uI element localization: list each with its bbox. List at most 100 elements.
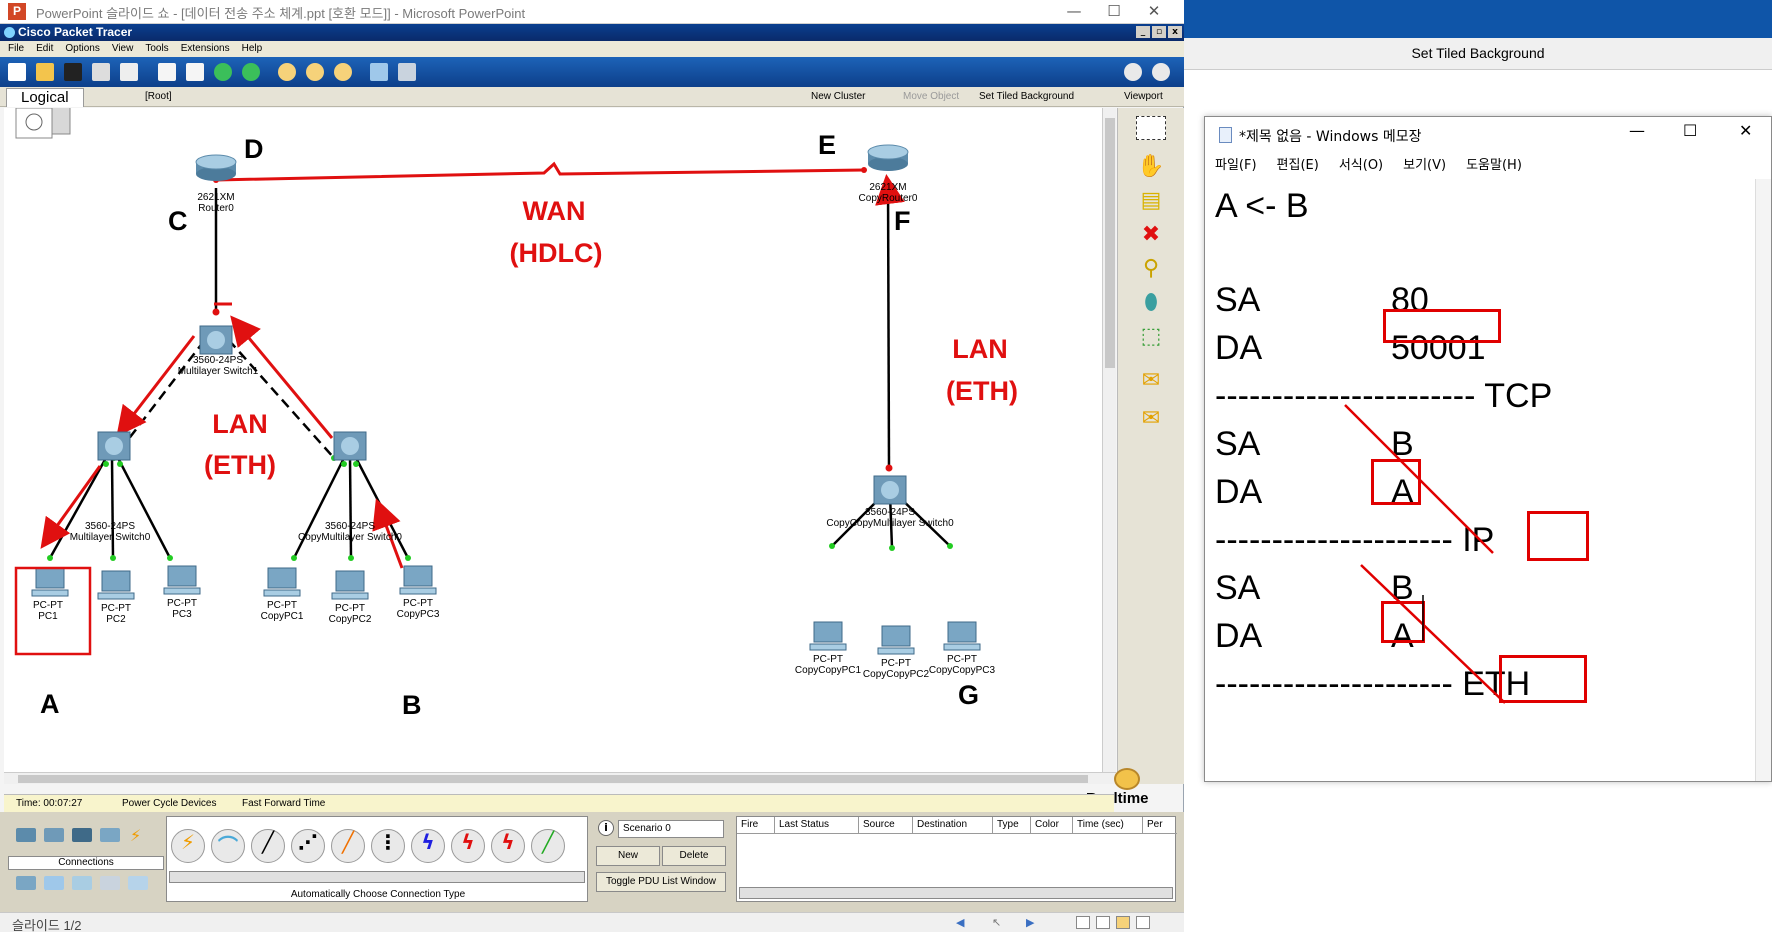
copymls0-icon[interactable] <box>333 431 367 461</box>
notepad-menu-view[interactable]: 보기(V) <box>1403 153 1446 179</box>
copy-icon[interactable] <box>158 63 176 81</box>
connections-category-icon[interactable]: ⚡ <box>130 826 152 845</box>
fiber-cable-icon[interactable]: ╱ <box>331 829 365 863</box>
menu-options[interactable]: Options <box>65 41 99 57</box>
open-folder-icon[interactable] <box>36 63 54 81</box>
root-breadcrumb[interactable]: [Root] <box>145 91 172 102</box>
straight-through-cable-icon[interactable]: ╱ <box>251 829 285 863</box>
ccmls0-icon[interactable] <box>873 475 907 505</box>
wan-emulation-category-icon[interactable] <box>72 876 92 890</box>
serial-dce-cable-icon[interactable]: ϟ <box>451 829 485 863</box>
new-cluster-button[interactable]: New Cluster <box>811 91 865 102</box>
undo-icon[interactable] <box>214 63 232 81</box>
new-scenario-button[interactable]: New <box>596 846 660 866</box>
multiuser-category-icon[interactable] <box>128 876 148 890</box>
toggle-pdu-list-button[interactable]: Toggle PDU List Window <box>596 872 726 892</box>
note-icon[interactable]: ▤ <box>1136 186 1166 216</box>
prev-slide-icon[interactable]: ◀ <box>956 916 970 929</box>
slideshow-icon[interactable] <box>1136 916 1150 929</box>
pt-restore-button[interactable]: ▫ <box>1152 26 1166 38</box>
ccpc3-icon[interactable] <box>943 621 981 651</box>
delete-scenario-button[interactable]: Delete <box>662 846 726 866</box>
menu-extensions[interactable]: Extensions <box>181 41 230 57</box>
notepad-menu-help[interactable]: 도움말(H) <box>1466 153 1522 179</box>
hubs-category-icon[interactable] <box>72 828 92 842</box>
new-file-icon[interactable] <box>8 63 26 81</box>
maximize-icon[interactable]: ☐ <box>1094 0 1134 24</box>
move-object-button[interactable]: Move Object <box>903 91 959 102</box>
pc2-icon[interactable] <box>97 570 135 600</box>
pointer-icon[interactable]: ↖ <box>992 916 1006 929</box>
info-icon[interactable] <box>1124 63 1142 81</box>
fast-forward-button[interactable]: Fast Forward Time <box>242 795 325 813</box>
scenario-select[interactable]: Scenario 0 <box>618 820 724 838</box>
custom-category-icon[interactable] <box>100 876 120 890</box>
notepad-menu-edit[interactable]: 편집(E) <box>1277 153 1319 179</box>
phone-cable-icon[interactable]: ⋮ <box>371 829 405 863</box>
routers-category-icon[interactable] <box>16 828 36 842</box>
auto-cable-icon[interactable]: ⚡ <box>171 829 205 863</box>
menu-view[interactable]: View <box>112 41 134 57</box>
print-icon[interactable] <box>92 63 110 81</box>
pt-minimize-button[interactable]: _ <box>1136 26 1150 38</box>
add-simple-pdu-icon[interactable]: ✉ <box>1136 366 1166 396</box>
realtime-clock-icon[interactable] <box>1114 768 1140 790</box>
normal-view-icon[interactable] <box>1076 916 1090 929</box>
console-cable-icon[interactable]: ⌒ <box>211 829 245 863</box>
notepad-vertical-scrollbar[interactable] <box>1755 179 1771 781</box>
palette-icon[interactable] <box>370 63 388 81</box>
select-tool-icon[interactable] <box>1136 116 1166 140</box>
help-icon[interactable] <box>1152 63 1170 81</box>
workspace-horizontal-scrollbar[interactable] <box>4 772 1116 784</box>
resize-shape-icon[interactable]: ⬚ <box>1136 322 1166 352</box>
ccpc1-icon[interactable] <box>809 621 847 651</box>
octal-cable-icon[interactable]: ╱ <box>531 829 565 863</box>
notepad-close-icon[interactable]: ✕ <box>1739 121 1752 140</box>
hand-icon[interactable]: ✋ <box>1136 152 1166 182</box>
router0-icon[interactable] <box>195 154 237 181</box>
close-icon[interactable]: ✕ <box>1134 0 1174 24</box>
redo-icon[interactable] <box>242 63 260 81</box>
notepad-text-area[interactable]: A <- B SA 80 DA 50001 ------------------… <box>1205 179 1755 781</box>
inspect-icon[interactable]: ⚲ <box>1136 254 1166 284</box>
ccpc2-icon[interactable] <box>877 625 915 655</box>
save-icon[interactable] <box>64 63 82 81</box>
scenario-info-icon[interactable]: i <box>598 820 614 836</box>
cable-scrollbar[interactable] <box>169 871 585 883</box>
viewport-button[interactable]: Viewport <box>1124 91 1163 102</box>
copypc2-icon[interactable] <box>331 570 369 600</box>
mls1-icon[interactable] <box>199 325 233 355</box>
minimize-icon[interactable]: — <box>1054 0 1094 24</box>
copyrouter0-icon[interactable] <box>867 144 909 171</box>
pt-close-button[interactable]: x <box>1168 26 1182 38</box>
logical-workspace[interactable]: 2621XM Router0 2621XM CopyRouter0 3560-2… <box>4 108 1102 772</box>
crossover-cable-icon[interactable]: ⋰ <box>291 829 325 863</box>
draw-shape-icon[interactable]: ⬮ <box>1136 288 1166 318</box>
notepad-minimize-icon[interactable]: — <box>1629 121 1645 140</box>
security-category-icon[interactable] <box>44 876 64 890</box>
slide-sorter-icon[interactable] <box>1096 916 1110 929</box>
menu-edit[interactable]: Edit <box>36 41 53 57</box>
custom-device-icon[interactable] <box>398 63 416 81</box>
copypc3-icon[interactable] <box>399 565 437 595</box>
paste-icon[interactable] <box>186 63 204 81</box>
end-devices-category-icon[interactable] <box>16 876 36 890</box>
mls0-icon[interactable] <box>97 431 131 461</box>
activity-wizard-icon[interactable] <box>120 63 138 81</box>
zoom-in-icon[interactable] <box>278 63 296 81</box>
coaxial-cable-icon[interactable]: ϟ <box>411 829 445 863</box>
logical-tab[interactable]: Logical <box>6 88 84 107</box>
zoom-out-icon[interactable] <box>334 63 352 81</box>
pc3-icon[interactable] <box>163 565 201 595</box>
reading-view-icon[interactable] <box>1116 916 1130 929</box>
copypc1-icon[interactable] <box>263 567 301 597</box>
notepad-menu-format[interactable]: 서식(O) <box>1339 153 1383 179</box>
next-slide-icon[interactable]: ▶ <box>1026 916 1040 929</box>
add-complex-pdu-icon[interactable]: ✉ <box>1136 404 1166 434</box>
switches-category-icon[interactable] <box>44 828 64 842</box>
workspace-vertical-scrollbar[interactable] <box>1102 108 1116 772</box>
notepad-menu-file[interactable]: 파일(F) <box>1215 153 1257 179</box>
menu-help[interactable]: Help <box>242 41 263 57</box>
logical-view-icon[interactable] <box>15 108 71 139</box>
notepad-maximize-icon[interactable]: ☐ <box>1683 121 1697 140</box>
